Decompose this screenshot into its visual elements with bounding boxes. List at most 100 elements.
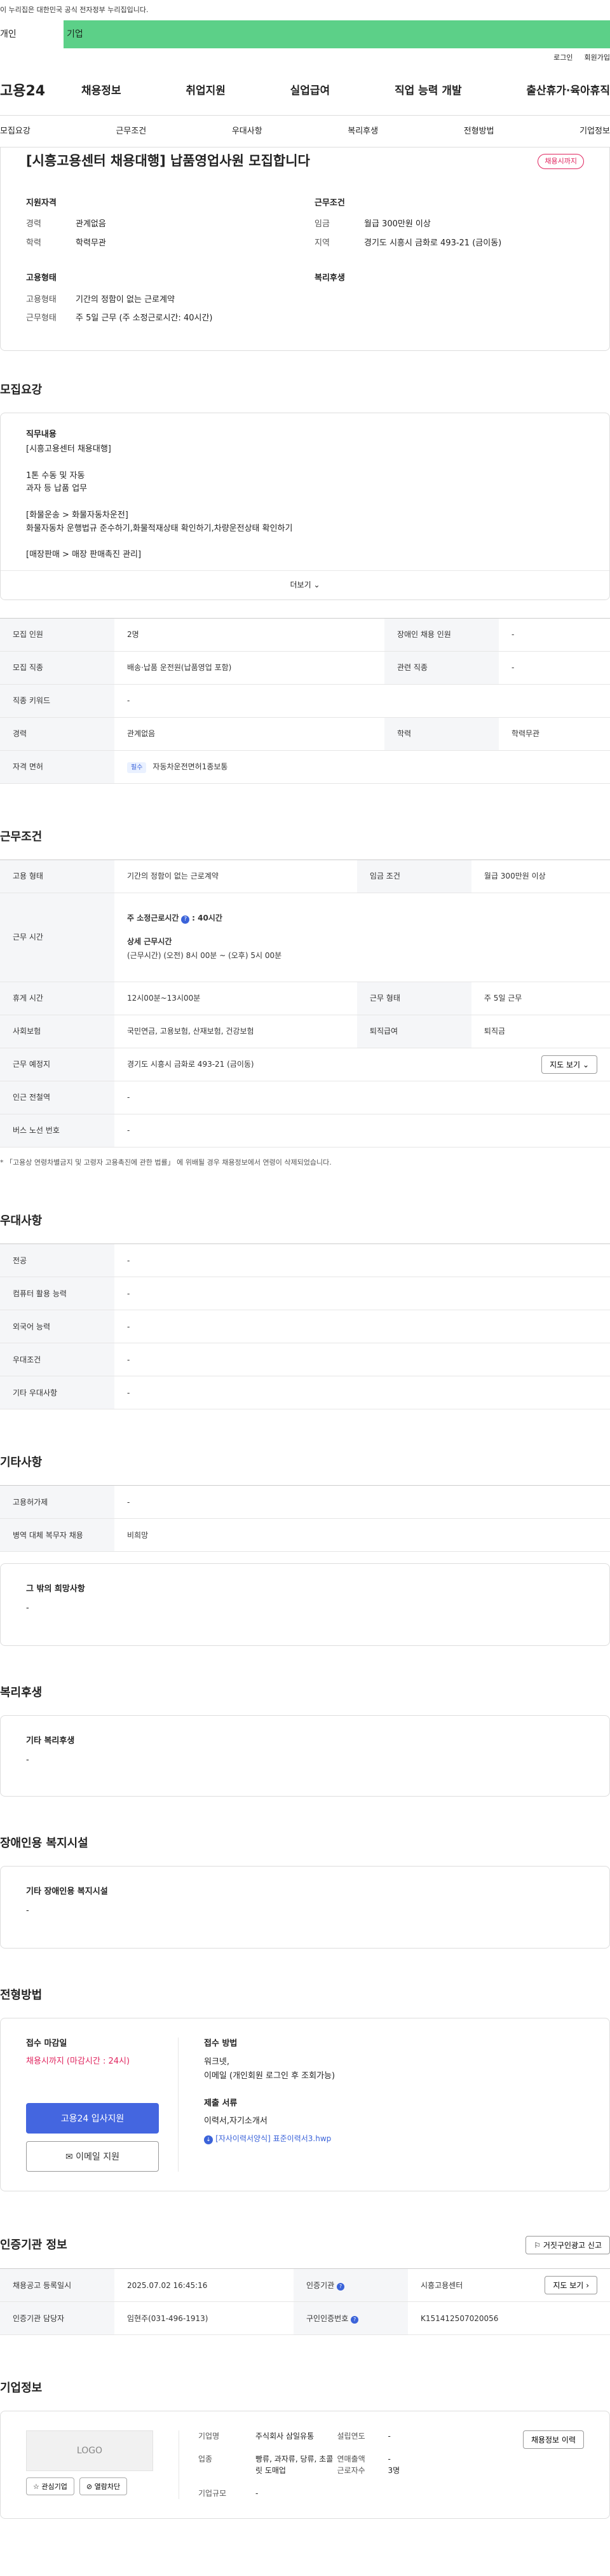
global-nav: 고용24 채용정보 취업지원 실업급여 직업 능력 개발 출산휴가·육아휴직: [0, 67, 610, 116]
company-card: LOGO ☆ 관심기업 ⊘ 열람차단 기업명 주식회사 삼일유통 설립연도 - 업종…: [0, 2411, 610, 2519]
table-row: 자격 면허 필수 자동차운전면허1종보통: [0, 750, 610, 784]
value: 관계없음: [114, 717, 384, 751]
cond-block: 근무조건 임금 월급 300만원 이상 지역 경기도 시흥시 금화로 493-21 …: [315, 197, 584, 256]
label: 기업명: [198, 2432, 220, 2441]
menu-item[interactable]: 채용정보: [81, 83, 121, 100]
map-button[interactable]: 지도 보기 ⌄: [541, 1055, 597, 1074]
table-row: 모집 직종 배송·납품 운전원(납품영업 포함) 관련 직종 -: [0, 651, 610, 685]
work-table: 고용 형태 기간의 정함이 없는 근로계약 임금 조건 월급 300만원 이상 근무…: [0, 859, 610, 1148]
qual-title: 지원자격: [26, 198, 57, 208]
tab-apply[interactable]: 전형방법: [464, 125, 494, 138]
value: 임현주(031-496-1913): [114, 2301, 294, 2335]
value: -: [114, 684, 610, 718]
label: 기타 우대사항: [0, 1376, 114, 1409]
label: 학력: [26, 238, 41, 248]
info-icon[interactable]: ?: [181, 915, 190, 924]
agency-table: 채용공고 등록일시 2025.07.02 16:45:16 인증기관 ? 시흥고용…: [0, 2268, 610, 2335]
table-row: 근무 시간 주 소정근로시간 ? : 40시간 상세 근무시간 (근무시간) (…: [0, 893, 610, 982]
label: 퇴직급여: [356, 1015, 471, 1048]
welfare-block: 복리후생: [315, 272, 584, 331]
qual-block: 지원자격 경력 관계없음 학력 학력무관: [26, 197, 295, 256]
tab-person[interactable]: 개인: [0, 20, 64, 48]
block-label: 열람차단: [94, 2483, 121, 2491]
age-note: * 「고용상 연령차별금지 및 고령자 고용촉진에 관한 법률」 에 위배될 경…: [0, 1158, 332, 1167]
label: 경력: [26, 219, 41, 229]
download-icon: ↓: [204, 2135, 213, 2145]
table-row: 모집 인원 2명 장애인 채용 인원 -: [0, 618, 610, 652]
file-download-link[interactable]: [자사이력서양식] 표준이력서3.hwp: [215, 2134, 331, 2143]
table-row: 직종 키워드 -: [0, 684, 610, 718]
welfare-card-value: -: [26, 1755, 29, 1765]
other-title: 그 밖의 희망사항: [26, 1584, 85, 1594]
section-title-pref: 우대사항: [0, 1214, 43, 1228]
apply-button[interactable]: 고용24 입사지원: [26, 2103, 159, 2134]
section-title-recruit: 모집요강: [0, 383, 43, 397]
tab-welfare[interactable]: 복리후생: [348, 125, 378, 138]
more-button[interactable]: 더보기 ⌄: [1, 570, 609, 599]
job-description-card: 직무내용 [시흥고용센터 채용대행] 1톤 수동 및 자동 과자 등 납품 업무…: [0, 412, 610, 600]
chevron-down-icon: ⌄: [582, 1060, 589, 1069]
login-link[interactable]: 로그인: [553, 53, 573, 64]
label: 우대조건: [0, 1343, 114, 1376]
org-value: 시흥고용센터: [421, 2280, 463, 2290]
label: 근무 형태: [356, 982, 471, 1015]
menu-item[interactable]: 취업지원: [186, 83, 226, 100]
main-menu: 채용정보 취업지원 실업급여 직업 능력 개발 출산휴가·육아휴직: [81, 83, 610, 100]
method-value-1: 워크넷,: [204, 2057, 230, 2067]
report-fake-ad-button[interactable]: ⚐ 거짓구인광고 신고: [525, 2236, 610, 2254]
join-link[interactable]: 회원가입: [585, 53, 610, 64]
tab-company[interactable]: 기업: [64, 20, 610, 48]
menu-item[interactable]: 실업급여: [290, 83, 330, 100]
tab-work[interactable]: 근무조건: [116, 125, 146, 138]
table-row: 근무 예정지 경기도 시흥시 금화로 493-21 (금이동) 지도 보기 ⌄: [0, 1048, 610, 1081]
table-row: 인증기관 담당자 임현주(031-496-1913) 구인인증번호 ? K1514…: [0, 2301, 610, 2335]
label: 고용허가제: [0, 1485, 114, 1519]
menu-item[interactable]: 출산휴가·육아휴직: [526, 83, 610, 100]
desc-title: 직무내용: [26, 429, 57, 439]
table-row: 사회보험 국민연금, 고용보험, 산재보험, 건강보험 퇴직급여 퇴직금: [0, 1015, 610, 1048]
value: 주 소정근로시간 ? : 40시간 상세 근무시간 (근무시간) (오전) 8시…: [114, 893, 610, 982]
emp-value: 3명: [388, 2466, 400, 2475]
num-label: 구인인증번호: [306, 2313, 349, 2323]
value: 빵류, 과자류, 당류, 초콜릿 도매업: [255, 2455, 334, 2475]
report-label: 거짓구인광고 신고: [543, 2241, 602, 2250]
site-logo[interactable]: 고용24: [0, 81, 81, 102]
value: -: [388, 2432, 391, 2441]
chevron-right-icon: ›: [586, 2281, 589, 2290]
label: 임금: [315, 219, 330, 229]
value: -: [114, 1114, 610, 1148]
menu-item[interactable]: 직업 능력 개발: [395, 83, 462, 100]
time-detail-label: 상세 근무시간: [127, 936, 172, 946]
tab-recruit[interactable]: 모집요강: [0, 125, 30, 138]
docs-value: 이력서,자기소개서: [204, 2116, 268, 2127]
agency-map-button[interactable]: 지도 보기 ›: [545, 2276, 597, 2294]
label: 업종: [198, 2455, 213, 2463]
email-apply-button[interactable]: ✉ 이메일 지원: [26, 2141, 159, 2172]
desc-line: [매장판매 > 매장 판매촉진 관리]: [26, 550, 142, 560]
label: 모집 직종: [0, 651, 114, 685]
etc-table: 고용허가제 - 병역 대체 복무자 채용 비희망: [0, 1485, 610, 1552]
tab-company[interactable]: 기업정보: [580, 125, 610, 138]
time-week-value: : 40시간: [192, 913, 222, 922]
value: 월급 300만원 이상: [364, 219, 431, 229]
table-row: 외국어 능력 -: [0, 1310, 610, 1343]
report-icon: ⚐: [534, 2241, 541, 2250]
star-icon: ☆: [33, 2483, 39, 2491]
desc-line: 과자 등 납품 업무: [26, 484, 88, 494]
label: 구인인증번호 ?: [294, 2301, 408, 2335]
info-icon[interactable]: ?: [351, 2315, 359, 2324]
utility-nav: 로그인 회원가입: [0, 48, 610, 67]
value: 주 5일 근무 (주 소정근로시간: 40시간): [76, 313, 213, 323]
history-button[interactable]: 채용정보 이력: [522, 2430, 584, 2449]
label: 외국어 능력: [0, 1310, 114, 1343]
info-icon[interactable]: ?: [337, 2282, 344, 2291]
favorite-company-button[interactable]: ☆ 관심기업: [26, 2477, 74, 2495]
value: 2명: [114, 618, 384, 652]
table-row: 기타 우대사항 -: [0, 1376, 610, 1409]
value: -: [114, 1081, 610, 1114]
other-value: -: [26, 1603, 29, 1613]
block-view-button[interactable]: ⊘ 열람차단: [79, 2477, 128, 2495]
welfare-card: 기타 복리후생 -: [0, 1715, 610, 1797]
desc-line: [26, 496, 584, 509]
tab-pref[interactable]: 우대사항: [232, 125, 262, 138]
